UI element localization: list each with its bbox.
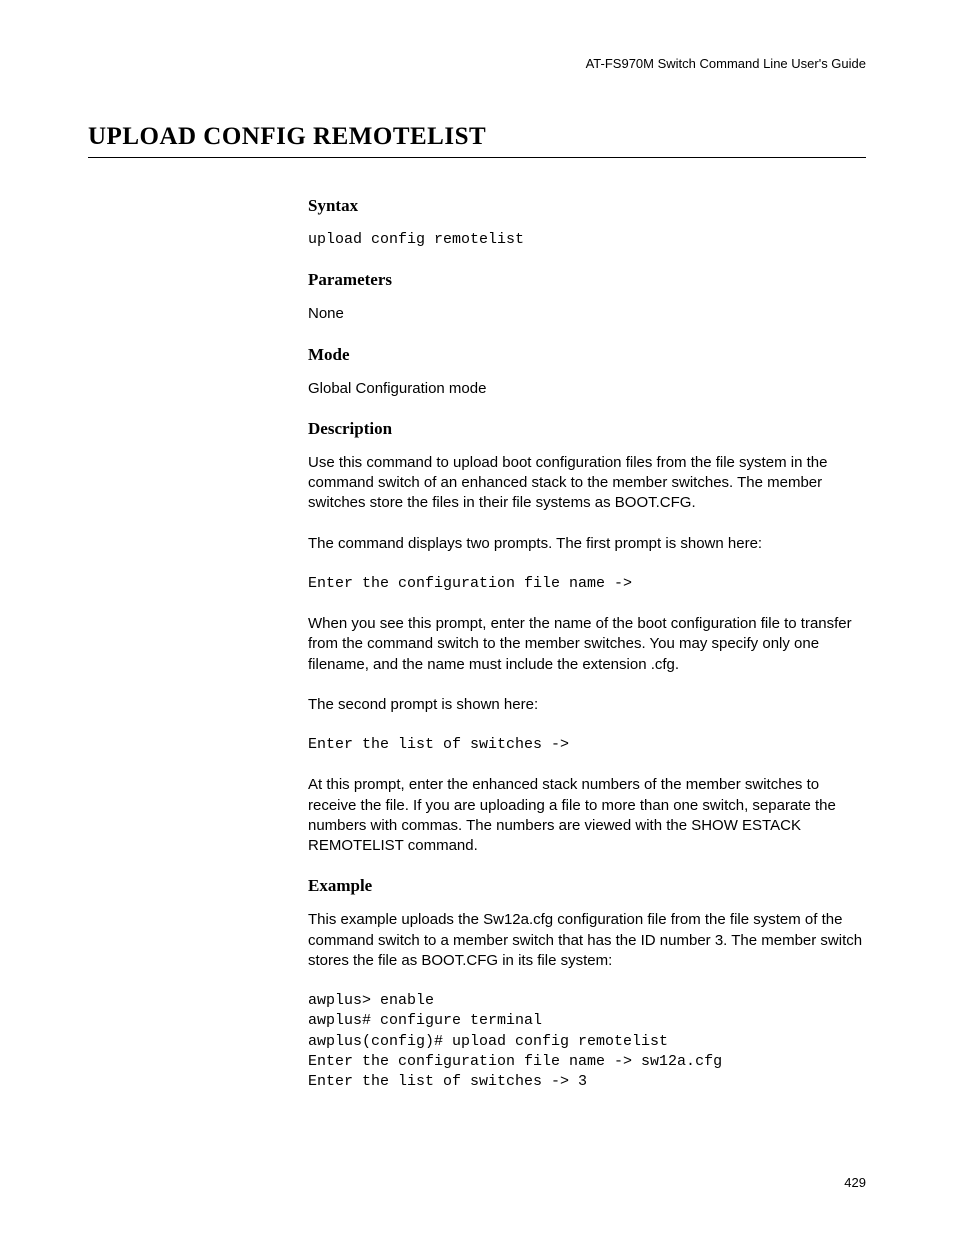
- description-heading: Description: [308, 419, 866, 439]
- content-body: Syntax upload config remotelist Paramete…: [308, 196, 866, 1092]
- header-guide-title: AT-FS970M Switch Command Line User's Gui…: [88, 56, 866, 71]
- example-heading: Example: [308, 876, 866, 896]
- description-para2: The command displays two prompts. The fi…: [308, 534, 866, 554]
- description-para4: The second prompt is shown here:: [308, 695, 866, 715]
- description-para1: Use this command to upload boot configur…: [308, 453, 866, 514]
- description-para3: When you see this prompt, enter the name…: [308, 614, 866, 675]
- parameters-text: None: [308, 304, 866, 324]
- mode-heading: Mode: [308, 345, 866, 365]
- parameters-heading: Parameters: [308, 270, 866, 290]
- example-code: awplus> enable awplus# configure termina…: [308, 991, 866, 1092]
- example-para1: This example uploads the Sw12a.cfg confi…: [308, 910, 866, 971]
- description-para5: At this prompt, enter the enhanced stack…: [308, 775, 866, 856]
- description-code2: Enter the list of switches ->: [308, 735, 866, 755]
- syntax-code: upload config remotelist: [308, 230, 866, 250]
- description-code1: Enter the configuration file name ->: [308, 574, 866, 594]
- mode-text: Global Configuration mode: [308, 379, 866, 399]
- page-container: AT-FS970M Switch Command Line User's Gui…: [0, 0, 954, 1092]
- syntax-heading: Syntax: [308, 196, 866, 216]
- page-number: 429: [844, 1175, 866, 1190]
- page-title: UPLOAD CONFIG REMOTELIST: [88, 123, 866, 158]
